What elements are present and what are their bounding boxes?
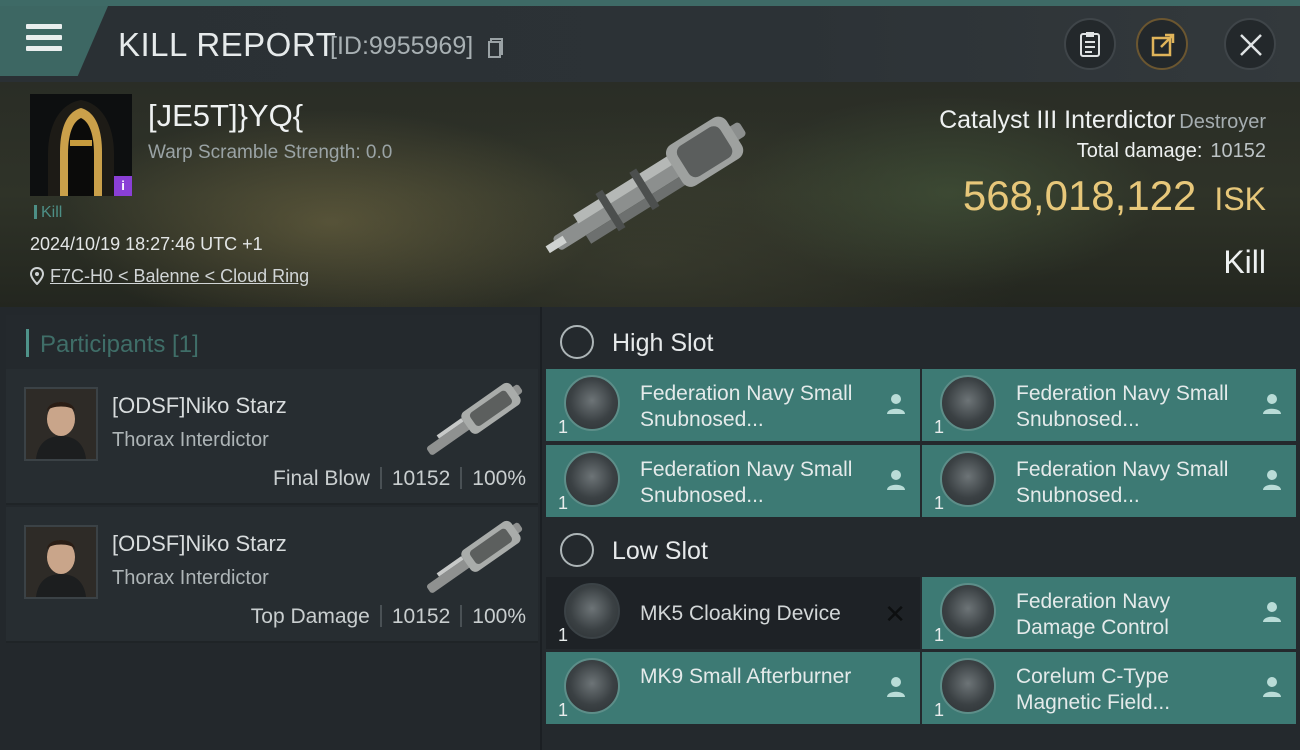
person-icon [1263, 677, 1281, 697]
report-id: [ID:9955969] [330, 32, 474, 60]
module-item[interactable]: 1 Federation Navy Damage Control [922, 577, 1296, 649]
fitting-panel: High Slot 1 Federation Navy Small Snubno… [542, 307, 1300, 750]
victim-ship-name[interactable]: Catalyst III Interdictor Destroyer [939, 106, 1266, 135]
clipboard-button[interactable] [1064, 18, 1116, 70]
module-name: Federation Navy Damage Control [1016, 590, 1171, 639]
location-link[interactable]: F7C-H0 < Balenne < Cloud Ring [50, 266, 309, 286]
person-icon [1263, 602, 1281, 622]
participants-header: Participants [1] [6, 315, 538, 373]
module-icon [940, 658, 996, 714]
person-icon [887, 470, 905, 490]
module-icon [940, 583, 996, 639]
module-item[interactable]: 1 Corelum C-Type Magnetic Field... [922, 652, 1296, 724]
participant-avatar [24, 387, 98, 461]
participants-label: Participants [1] [40, 331, 199, 358]
menu-button[interactable] [0, 6, 108, 76]
module-name: Corelum C-Type Magnetic Field... [1016, 665, 1171, 714]
module-item[interactable]: 1 MK5 Cloaking Device ✕ [546, 577, 920, 649]
high-slot-label: High Slot [612, 329, 714, 357]
participant-ship: Thorax Interdictor [112, 429, 269, 451]
participant-percent: 100% [472, 605, 526, 628]
module-qty: 1 [934, 493, 945, 513]
person-icon [1263, 470, 1281, 490]
participant-percent: 100% [472, 467, 526, 490]
module-icon [564, 658, 620, 714]
high-slot-header: High Slot [542, 311, 1300, 371]
module-name: Federation Navy Small Snubnosed... [640, 458, 853, 507]
module-qty: 1 [558, 700, 569, 720]
person-icon [887, 677, 905, 697]
module-item[interactable]: 1 Federation Navy Small Snubnosed... [546, 445, 920, 517]
info-badge: i [114, 176, 132, 196]
module-icon [564, 583, 620, 639]
person-icon [887, 394, 905, 414]
total-damage-value: 10152 [1210, 140, 1266, 162]
participants-panel: Participants [1] [ODSF]Niko Starz Thorax… [0, 307, 540, 750]
next-slot-section-hint [542, 739, 1300, 750]
participant-damage: 10152 [391, 605, 451, 628]
copy-icon[interactable] [488, 38, 504, 58]
kill-result: Kill [1223, 244, 1266, 280]
module-name: MK5 Cloaking Device [640, 602, 841, 625]
module-name: MK9 Small Afterburner [640, 665, 852, 688]
module-qty: 1 [558, 417, 569, 437]
module-name: Federation Navy Small Snubnosed... [640, 382, 853, 431]
kill-banner: i [JE5T]}YQ{ Warp Scramble Strength: 0.0… [0, 82, 1300, 307]
kill-type-tag: Kill [34, 204, 62, 222]
module-item[interactable]: 1 Federation Navy Small Snubnosed... [922, 445, 1296, 517]
module-icon [564, 375, 620, 431]
person-icon [1263, 394, 1281, 414]
ship-class: Destroyer [1179, 111, 1266, 133]
destroyed-icon: ✕ [884, 599, 906, 629]
module-icon [940, 451, 996, 507]
page-title: KILL REPORT [118, 26, 337, 63]
low-slot-header: Low Slot [542, 519, 1300, 579]
participant-name[interactable]: [ODSF]Niko Starz [112, 531, 287, 557]
module-qty: 1 [934, 417, 945, 437]
module-icon [564, 451, 620, 507]
participant-damage: 10152 [391, 467, 451, 490]
participant-role: Final Blow [273, 467, 370, 490]
isk-unit: ISK [1214, 181, 1266, 217]
close-icon [1240, 34, 1262, 56]
victim-name[interactable]: [JE5T]}YQ{ [148, 98, 303, 134]
total-damage: Total damage: 10152 [1076, 140, 1266, 162]
header-bar: KILL REPORT [ID:9955969] [0, 6, 1300, 82]
participant-name[interactable]: [ODSF]Niko Starz [112, 393, 287, 419]
participant-role: Top Damage [250, 605, 370, 628]
participant-avatar [24, 525, 98, 599]
module-icon [940, 375, 996, 431]
participant-ship-image [427, 382, 523, 455]
warp-scramble-strength: Warp Scramble Strength: 0.0 [148, 142, 393, 163]
isk-value: 568,018,122 ISK [962, 172, 1266, 219]
slot-icon [560, 325, 594, 359]
share-icon [1151, 33, 1175, 57]
kill-datetime: 2024/10/19 18:27:46 UTC +1 [30, 234, 263, 254]
menu-icon [26, 24, 62, 54]
share-button[interactable] [1136, 18, 1188, 70]
module-qty: 1 [558, 625, 569, 645]
participant-ship-image [427, 520, 523, 593]
participant-row[interactable]: [ODSF]Niko Starz Thorax Interdictor Top … [6, 507, 538, 643]
module-qty: 1 [558, 493, 569, 513]
participant-stats: Top Damage 10152 100% [251, 605, 526, 629]
slot-icon [560, 533, 594, 567]
location-pin-icon [30, 267, 44, 285]
victim-ship-image [545, 116, 746, 254]
clipboard-icon [1080, 32, 1100, 57]
module-qty: 1 [934, 625, 945, 645]
close-button[interactable] [1224, 18, 1276, 70]
module-qty: 1 [934, 700, 945, 720]
module-name: Federation Navy Small Snubnosed... [1016, 458, 1229, 507]
low-slot-label: Low Slot [612, 537, 708, 565]
participant-stats: Final Blow 10152 100% [273, 467, 526, 491]
participant-row[interactable]: [ODSF]Niko Starz Thorax Interdictor Fina… [6, 369, 538, 505]
participant-ship: Thorax Interdictor [112, 567, 269, 589]
module-item[interactable]: 1 Federation Navy Small Snubnosed... [546, 369, 920, 441]
module-item[interactable]: 1 MK9 Small Afterburner [546, 652, 920, 724]
module-name: Federation Navy Small Snubnosed... [1016, 382, 1229, 431]
module-item[interactable]: 1 Federation Navy Small Snubnosed... [922, 369, 1296, 441]
kill-location[interactable]: F7C-H0 < Balenne < Cloud Ring [30, 266, 309, 287]
